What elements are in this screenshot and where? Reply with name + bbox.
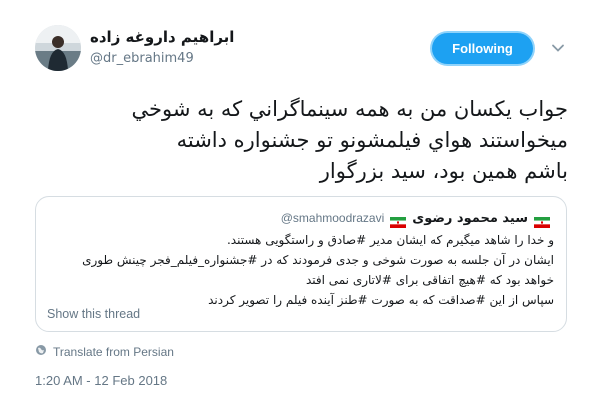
quoted-text-line: و خدا را شاهد میگیرم که ایشان مدیر #صادق… [226,233,554,247]
tweet-text-line: جواب يكسان من به همه سينماگراني كه به شو… [131,97,568,121]
author-handle[interactable]: @dr_ebrahim49 [90,51,194,66]
tweet-text: جواب يكسان من به همه سينماگراني كه به شو… [28,94,568,187]
tweet-card: ابراهیم داروغه زاده @dr_ebrahim49 Follow… [0,0,600,403]
quoted-author-handle: @smahmoodrazavi [280,211,385,225]
quoted-author-name: سید محمود رضوی [412,210,528,226]
author-name[interactable]: ابراهیم داروغه زاده [90,28,260,46]
quoted-tweet[interactable]: @smahmoodrazavi سید محمود رضوی و خدا را … [35,196,567,332]
following-button[interactable]: Following [432,33,533,64]
quoted-tweet-header: @smahmoodrazavi سید محمود رضوی [280,209,550,228]
chevron-down-icon[interactable] [551,40,565,54]
show-thread-link[interactable]: Show this thread [47,307,140,321]
globe-icon [35,344,47,359]
avatar[interactable] [35,25,81,71]
tweet-text-line: ميخواستند هواي فيلمشونو تو جشنواره داشته [176,128,568,152]
quoted-text-line: ایشان در آن جلسه به صورت شوخی و جدی فرمو… [82,253,554,267]
iran-flag-icon [534,213,550,228]
quoted-text-line: خواهد بود که #هیچ اتفاقی برای #لاتاری نم… [305,273,554,287]
tweet-text-line: باشم همين بود، سيد بزرگوار [319,159,568,183]
translate-link[interactable]: Translate from Persian [35,344,174,359]
timestamp[interactable]: 1:20 AM - 12 Feb 2018 [35,373,167,388]
quoted-tweet-text: و خدا را شاهد میگیرم که ایشان مدیر #صادق… [48,230,554,310]
iran-flag-icon [390,213,407,228]
translate-label[interactable]: Translate from Persian [53,345,174,359]
